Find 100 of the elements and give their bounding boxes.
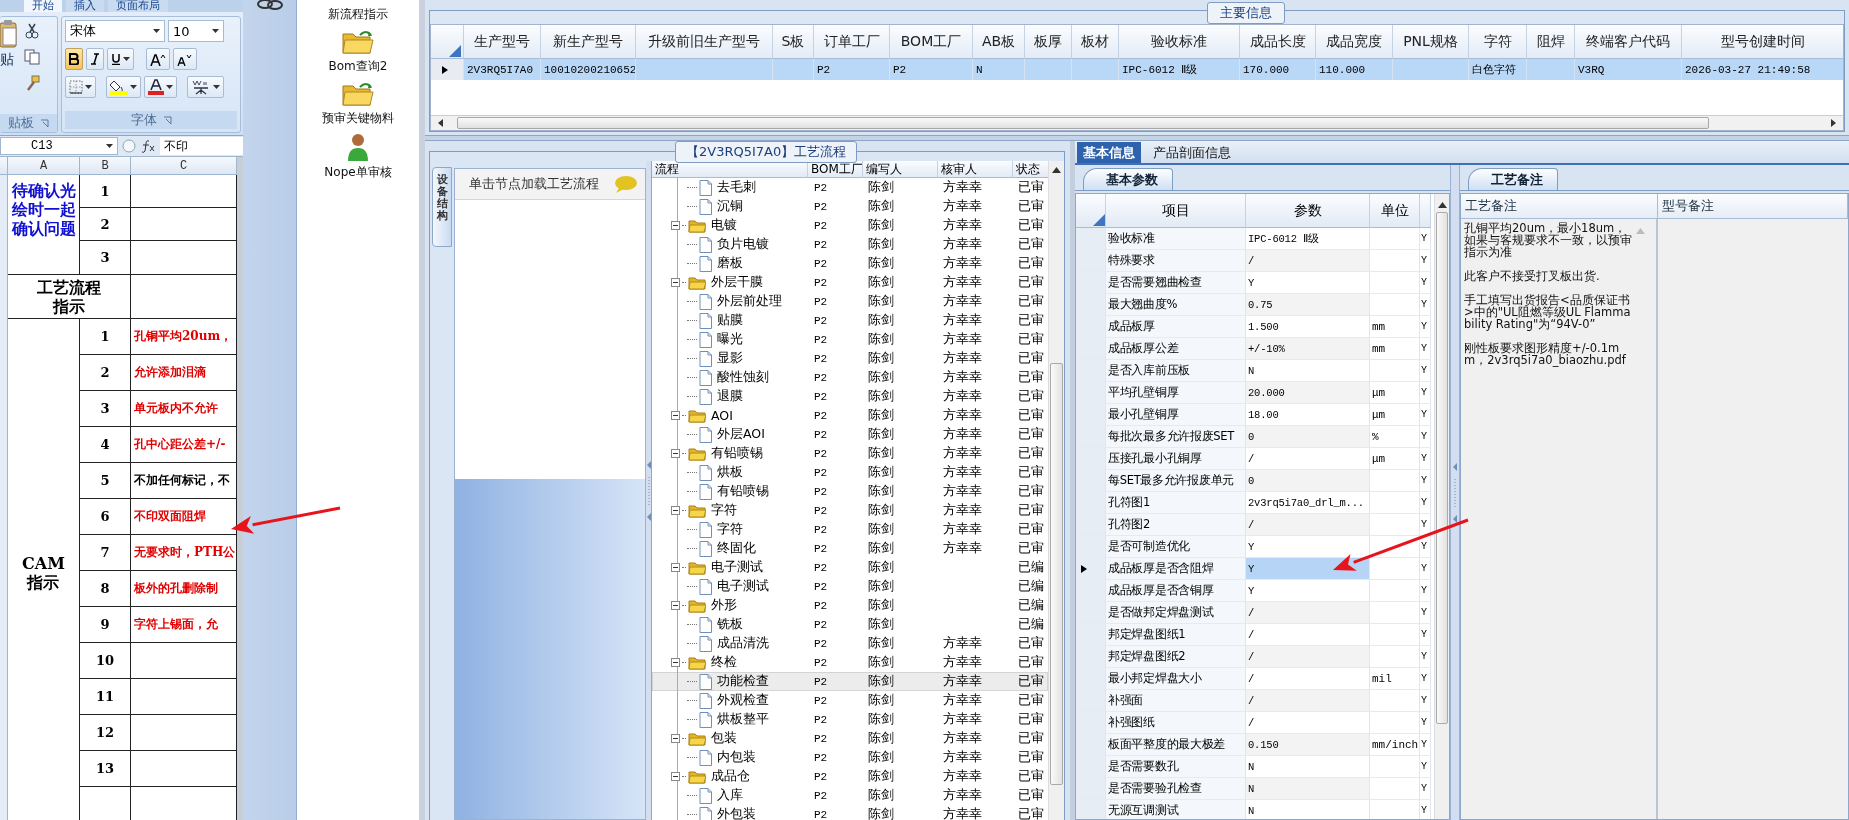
tree-node-label[interactable]: 有铅喷锡 [708,445,763,462]
column-header[interactable]: C [131,157,237,175]
column-header[interactable]: 字符 [1469,25,1527,59]
tree-row[interactable]: 外观检查 P2 陈剑 方幸幸 已审 [652,691,1048,710]
tree-node-label[interactable]: 字符 [714,521,743,538]
tree-row[interactable]: 内包装 P2 陈剑 方幸幸 已审 [652,748,1048,767]
tree-node-label[interactable]: 电子测试 [714,578,769,595]
column-header[interactable]: 阻焊 [1527,25,1575,59]
tree-node-label[interactable]: 烘板 [714,464,743,481]
tree-node-label[interactable]: 功能检查 [714,673,769,690]
table-row[interactable]: 无源互调测试 N Y [1076,800,1434,819]
tree-row[interactable]: 有铅喷锡 P2 陈剑 方幸幸 已审 [652,482,1048,501]
table-row[interactable]: 补强图纸 / Y [1076,712,1434,734]
table-row[interactable]: 成品板厚 1.500 mm Y [1076,316,1434,338]
column-header[interactable]: BOM工厂 [808,161,863,178]
corner-cell[interactable] [0,157,8,175]
tree-node-label[interactable]: 包装 [708,730,737,747]
launcher-icon[interactable] [162,115,172,125]
chain-icon[interactable] [256,0,284,10]
tree-node-label[interactable]: 曝光 [714,331,743,348]
side-tab[interactable]: 设备结构 [432,167,452,247]
splitter-grip-icon[interactable] [1453,462,1457,523]
grow-font-button[interactable] [146,48,170,70]
column-header[interactable]: 编写人 [863,161,938,178]
column-header[interactable]: 生产型号 [464,25,541,59]
scroll-right-icon[interactable] [1829,118,1837,128]
tree-node-label[interactable]: 外观检查 [714,692,769,709]
tree-node-label[interactable]: 外层前处理 [714,293,782,310]
tree-node-label[interactable]: 贴膜 [714,312,743,329]
column-header[interactable]: AB板 [973,25,1025,59]
column-header[interactable]: 新生产型号 [541,25,636,59]
tree-node-label[interactable]: 沉铜 [714,198,743,215]
tree-row[interactable]: 外层前处理 P2 陈剑 方幸幸 已审 [652,292,1048,311]
tree-node-label[interactable]: 入库 [714,787,743,804]
toolbar-button[interactable]: Bom查询2 [328,29,388,75]
column-header[interactable]: 型号备注 [1658,194,1848,219]
scrollbar[interactable] [1048,161,1064,820]
scissors-icon[interactable] [24,23,40,39]
tree-row[interactable]: 功能检查 P2 陈剑 方幸幸 已审 [652,672,1048,691]
column-header[interactable]: BOM工厂 [890,25,973,59]
tree-row[interactable]: 终检 P2 陈剑 方幸幸 已审 [652,653,1048,672]
column-header[interactable]: 终端客户代码 [1575,25,1682,59]
tree-node-label[interactable]: 铣板 [714,616,743,633]
copy-icon[interactable] [24,49,40,65]
tree-node-label[interactable]: 负片电镀 [714,236,769,253]
table-row[interactable]: 压接孔最小孔铜厚 / μm Y [1076,448,1434,470]
tree-row[interactable]: 电子测试 P2 陈剑 已编 [652,558,1048,577]
collapse-icon[interactable] [671,734,680,743]
tree-row[interactable]: 外层干膜 P2 陈剑 方幸幸 已审 [652,273,1048,292]
table-row[interactable]: 邦定焊盘图纸2 / Y [1076,646,1434,668]
name-box[interactable]: C13 [0,137,118,155]
bold-button[interactable] [65,48,83,70]
tree-node-label[interactable]: 烘板整平 [714,711,769,728]
column-header[interactable]: 成品长度 [1240,25,1316,59]
scrollbar[interactable] [237,157,243,820]
table-row[interactable]: 最小邦定焊盘大小 / mil Y [1076,668,1434,690]
tree-node-label[interactable]: 酸性蚀刻 [714,369,769,386]
column-header[interactable]: 型号创建时间 [1682,25,1843,59]
tree-node-label[interactable]: 显影 [714,350,743,367]
font-name-field[interactable]: 宋体 [65,20,165,42]
collapse-icon[interactable] [671,601,680,610]
function-icon[interactable] [140,139,156,153]
column-header[interactable]: S板 [773,25,814,59]
table-row[interactable]: 孔符图1 2v3rq5i7a0_drl_m... Y [1076,492,1434,514]
table-row[interactable]: 孔符图2 / Y [1076,514,1434,536]
tree-node-label[interactable]: 终固化 [714,540,756,557]
tree-row[interactable]: 成品仓 P2 陈剑 方幸幸 已审 [652,767,1048,786]
column-header[interactable]: 单位 [1370,194,1420,228]
column-header[interactable]: 参数 [1246,194,1370,228]
table-row[interactable]: 是否可制造优化 Y Y [1076,536,1434,558]
column-header[interactable]: 成品宽度 [1316,25,1393,59]
scrollbar[interactable] [1434,194,1449,819]
italic-button[interactable] [86,48,104,70]
table-row[interactable]: 成品板厚是否含铜厚 Y Y [1076,580,1434,602]
tree-node-label[interactable]: 外形 [708,597,737,614]
table-row[interactable]: 邦定焊盘图纸1 / Y [1076,624,1434,646]
tree-node-label[interactable]: 成品仓 [708,768,750,785]
scrollbar[interactable] [431,115,1843,130]
column-header[interactable]: PNL规格 [1393,25,1469,59]
tree-row[interactable]: 终固化 P2 陈剑 方幸幸 已审 [652,539,1048,558]
tree-node-label[interactable]: 内包装 [714,749,756,766]
table-row[interactable]: 板面平整度的最大极差 0.150 mm/inch Y [1076,734,1434,756]
toolbar-button[interactable]: 新流程指示 [328,6,388,23]
tab[interactable]: 基本信息 [1077,142,1141,163]
tree-node-label[interactable]: 退膜 [714,388,743,405]
tree-row[interactable]: 负片电镀 P2 陈剑 方幸幸 已审 [652,235,1048,254]
column-header[interactable]: 流程 [652,161,808,178]
toolbar-button[interactable]: 预审关键物料 [322,81,394,127]
tree-node-label[interactable]: 成品清洗 [714,635,769,652]
table-row[interactable]: 是否入库前压板 N Y [1076,360,1434,382]
scroll-left-icon[interactable] [437,118,445,128]
formula-field[interactable]: 不印 [160,137,243,155]
tree-node-label[interactable]: 电子测试 [708,559,763,576]
tree-node-label[interactable]: 电镀 [708,217,737,234]
column-header[interactable]: 核审人 [938,161,1013,178]
tree-row[interactable]: 磨板 P2 陈剑 方幸幸 已审 [652,254,1048,273]
column-header[interactable]: 订单工厂 [814,25,890,59]
font-color-button[interactable] [144,76,177,98]
table-row[interactable]: 是否需要验孔检查 N Y [1076,778,1434,800]
collapse-icon[interactable] [671,221,680,230]
